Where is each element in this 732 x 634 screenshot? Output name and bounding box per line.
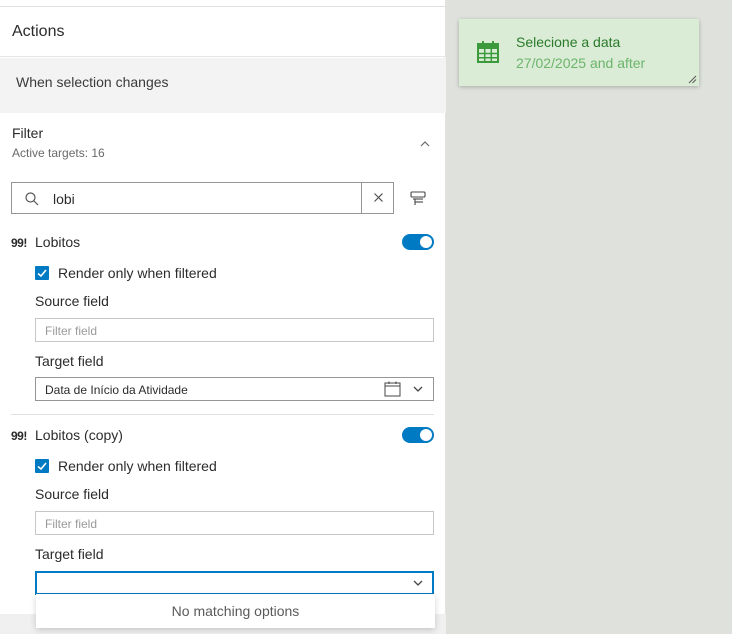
render-only-label: Render only when filtered <box>58 458 217 474</box>
resize-handle-icon[interactable] <box>688 75 697 84</box>
source-field-input[interactable]: Filter field <box>35 511 434 535</box>
clear-search-button[interactable] <box>361 183 394 213</box>
source-field-input[interactable]: Filter field <box>35 318 434 342</box>
trigger-label: When selection changes <box>16 74 169 90</box>
chevron-up-icon[interactable] <box>417 136 433 152</box>
layer-type-icon: 99! <box>11 429 27 443</box>
search-value: lobi <box>53 191 75 207</box>
chevron-down-icon <box>413 580 423 586</box>
no-options-message: No matching options <box>171 603 300 619</box>
target-field-value: Data de Início da Atividade <box>45 383 188 397</box>
target-field-select[interactable]: Data de Início da Atividade <box>35 377 434 401</box>
target-divider <box>11 414 434 415</box>
source-field-placeholder: Filter field <box>45 517 98 531</box>
active-targets-count: Active targets: 16 <box>12 146 105 160</box>
filter-section-title: Filter <box>12 125 44 141</box>
source-field-label: Source field <box>35 486 109 502</box>
source-field-placeholder: Filter field <box>45 324 98 338</box>
target-field-select[interactable] <box>35 571 434 595</box>
settings-panel: Actions When selection changes Filter Ac… <box>0 0 446 634</box>
target-toggle[interactable] <box>402 234 434 250</box>
source-field-label: Source field <box>35 293 109 309</box>
layer-type-icon: 99! <box>11 236 27 250</box>
render-only-label: Render only when filtered <box>58 265 217 281</box>
filter-options-icon[interactable] <box>408 188 428 208</box>
check-icon <box>37 269 47 278</box>
search-input[interactable]: lobi <box>11 182 394 214</box>
panel-title: Actions <box>12 23 65 40</box>
target-name: Lobitos <box>35 234 81 250</box>
calendar-icon <box>477 41 499 63</box>
trigger-row[interactable]: When selection changes <box>0 58 446 113</box>
date-field-icon <box>384 381 401 397</box>
target-field-dropdown: No matching options <box>36 594 435 628</box>
chevron-down-icon <box>413 386 423 392</box>
target-toggle[interactable] <box>402 427 434 443</box>
render-only-checkbox[interactable] <box>35 266 49 280</box>
search-icon <box>25 192 39 206</box>
panel-header: Actions <box>0 7 446 57</box>
target-field-label: Target field <box>35 546 104 562</box>
render-only-checkbox[interactable] <box>35 459 49 473</box>
target-name: Lobitos (copy) <box>35 427 123 443</box>
target-field-label: Target field <box>35 353 104 369</box>
close-icon <box>374 193 383 202</box>
widget-date-value: 27/02/2025 and after <box>516 55 646 71</box>
widget-title: Selecione a data <box>516 34 621 50</box>
check-icon <box>37 462 47 471</box>
date-filter-widget[interactable]: Selecione a data 27/02/2025 and after <box>459 19 699 86</box>
